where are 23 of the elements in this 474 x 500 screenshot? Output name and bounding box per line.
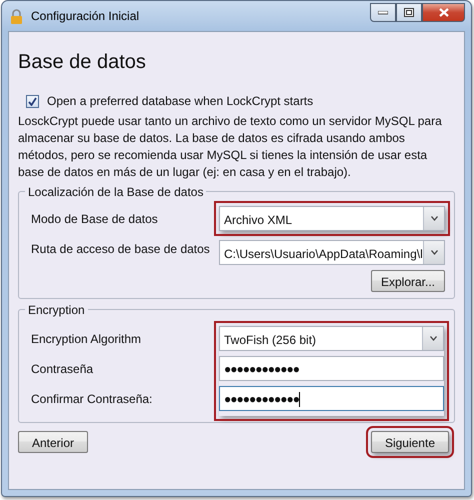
minimize-button[interactable] (370, 3, 396, 22)
maximize-button[interactable] (396, 3, 422, 22)
field-label: Encryption Algorithm (31, 330, 142, 348)
minimize-icon (378, 10, 388, 14)
field-label: Modo de Base de datos (31, 210, 158, 228)
window-title: Configuración Inicial (31, 8, 140, 25)
checkbox-label: Open a preferred database when LockCrypt starts (47, 93, 314, 110)
password-field[interactable]: ●●●●●●●●●●●● (219, 386, 444, 411)
maximize-icon (404, 8, 414, 17)
close-icon (438, 8, 448, 17)
close-button[interactable] (422, 3, 465, 22)
dropdown-field[interactable]: TwoFish (256 bit) (219, 326, 444, 351)
checkbox[interactable] (26, 94, 39, 108)
field-label: Confirmar Contraseña: (31, 390, 152, 408)
page-heading: Base de datos (18, 52, 147, 72)
explore-button[interactable]: Explorar... (370, 270, 445, 292)
description-text: LosckCrypt puede usar tanto un archivo de texto como un servidor MySQL para almacenar su base de datos. La base de datos es cifrada usando ambos métodos, pero se recomienda usar MySQL si tienes la intensión de usar esta base de datos en más de un lugar (ej: en casa y en el trabajo). (18, 113, 443, 181)
field-label: Contraseña (31, 360, 94, 378)
password-field[interactable]: ●●●●●●●●●●●● (219, 356, 444, 381)
nav-button[interactable]: Anterior (18, 431, 88, 453)
dropdown-field[interactable]: C:\Users\Usuario\AppData\Roaming\l (219, 240, 445, 265)
lock-icon (10, 8, 23, 24)
field-label: Ruta de acceso de base de datos (31, 240, 210, 258)
